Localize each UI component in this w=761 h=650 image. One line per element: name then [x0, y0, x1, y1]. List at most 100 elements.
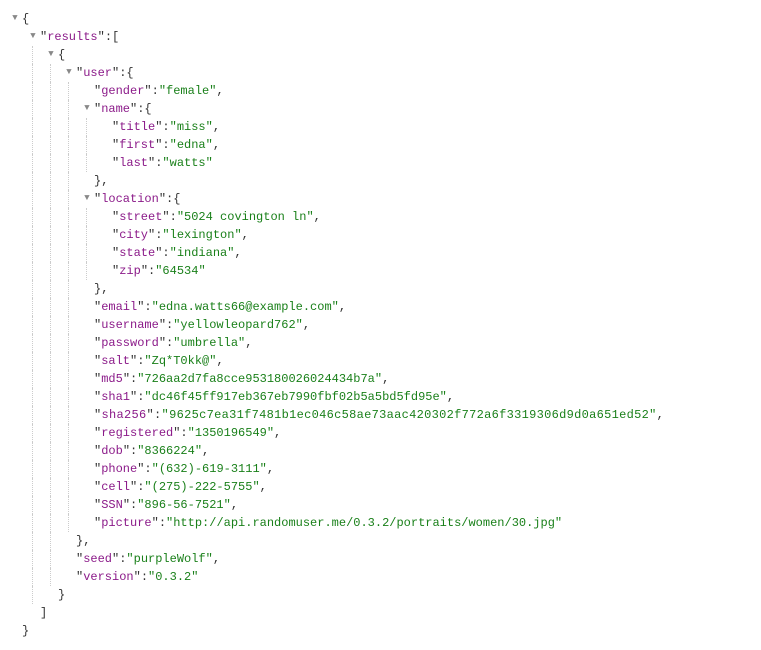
json-key: registered [101, 424, 173, 443]
json-key: salt [101, 352, 130, 371]
close-brace: }, [94, 172, 108, 191]
json-tree-viewer: ▼ { ▼ "results": [ ▼ { ▼ "user": { "gend… [10, 10, 751, 640]
close-brace: }, [94, 280, 108, 299]
json-key: md5 [101, 370, 123, 389]
tree-row: } [10, 586, 751, 604]
json-value: "1350196549" [188, 424, 274, 443]
collapse-toggle[interactable]: ▼ [10, 12, 20, 26]
tree-row: "email": "edna.watts66@example.com", [10, 298, 751, 316]
json-key-location: location [101, 190, 159, 209]
close-brace: }, [76, 532, 90, 551]
json-value: "dc46f45ff917eb367eb7990fbf02b5a5bd5fd95… [144, 388, 446, 407]
json-key: SSN [101, 496, 123, 515]
json-key: cell [101, 478, 130, 497]
tree-row: ] [10, 604, 751, 622]
open-brace: { [58, 46, 65, 65]
tree-row: "cell": "(275)-222-5755", [10, 478, 751, 496]
tree-row: "md5": "726aa2d7fa8cce953180026024434b7a… [10, 370, 751, 388]
collapse-toggle[interactable]: ▼ [28, 30, 38, 44]
open-brace: { [144, 100, 151, 119]
close-bracket: ] [40, 604, 47, 623]
json-key: dob [101, 442, 123, 461]
tree-row: "password": "umbrella", [10, 334, 751, 352]
close-brace: } [58, 586, 65, 605]
tree-row: "seed": "purpleWolf", [10, 550, 751, 568]
json-value: "9625c7ea31f7481b1ec046c58ae73aac420302f… [162, 406, 657, 425]
json-value: "Zq*T0kk@" [144, 352, 216, 371]
tree-row: "phone": "(632)-619-3111", [10, 460, 751, 478]
json-key: password [101, 334, 159, 353]
json-value: "yellowleopard762" [173, 316, 303, 335]
tree-row: "title": "miss", [10, 118, 751, 136]
json-key-results: results [47, 28, 97, 47]
json-value: "(632)-619-3111" [152, 460, 267, 479]
json-value: "edna.watts66@example.com" [152, 298, 339, 317]
tree-row: ▼ "user": { [10, 64, 751, 82]
open-brace: { [22, 10, 29, 29]
collapse-toggle[interactable]: ▼ [64, 66, 74, 80]
tree-row: } [10, 622, 751, 640]
json-key: street [119, 208, 162, 227]
open-bracket: [ [112, 28, 119, 47]
collapse-toggle[interactable]: ▼ [82, 192, 92, 206]
tree-row: "zip": "64534" [10, 262, 751, 280]
json-key: first [119, 136, 155, 155]
tree-row: "username": "yellowleopard762", [10, 316, 751, 334]
json-value: "(275)-222-5755" [144, 478, 259, 497]
tree-row: "last": "watts" [10, 154, 751, 172]
json-key: version [83, 568, 133, 587]
json-value: "lexington" [162, 226, 241, 245]
json-key-user: user [83, 64, 112, 83]
tree-row: "sha1": "dc46f45ff917eb367eb7990fbf02b5a… [10, 388, 751, 406]
collapse-toggle[interactable]: ▼ [46, 48, 56, 62]
tree-row: "registered": "1350196549", [10, 424, 751, 442]
json-key: gender [101, 82, 144, 101]
tree-row: "SSN": "896-56-7521", [10, 496, 751, 514]
open-brace: { [126, 64, 133, 83]
json-key: title [119, 118, 155, 137]
tree-row: "picture": "http://api.randomuser.me/0.3… [10, 514, 751, 532]
json-value: "watts" [162, 154, 212, 173]
json-value: "http://api.randomuser.me/0.3.2/portrait… [166, 514, 562, 533]
tree-row: "gender": "female", [10, 82, 751, 100]
tree-row: ▼ { [10, 46, 751, 64]
tree-row: ▼ "results": [ [10, 28, 751, 46]
json-key: username [101, 316, 159, 335]
tree-row: ▼ "location": { [10, 190, 751, 208]
json-value: "896-56-7521" [137, 496, 231, 515]
tree-row: "first": "edna", [10, 136, 751, 154]
json-value: "edna" [170, 136, 213, 155]
json-value: "miss" [170, 118, 213, 137]
json-value: "726aa2d7fa8cce953180026024434b7a" [137, 370, 382, 389]
tree-row: "salt": "Zq*T0kk@", [10, 352, 751, 370]
tree-row: }, [10, 172, 751, 190]
json-key: sha1 [101, 388, 130, 407]
collapse-toggle[interactable]: ▼ [82, 102, 92, 116]
json-key: state [119, 244, 155, 263]
tree-row: }, [10, 280, 751, 298]
close-brace: } [22, 622, 29, 641]
tree-row: "state": "indiana", [10, 244, 751, 262]
tree-row: ▼ { [10, 10, 751, 28]
tree-row: }, [10, 532, 751, 550]
tree-row: "sha256": "9625c7ea31f7481b1ec046c58ae73… [10, 406, 751, 424]
json-value: "umbrella" [173, 334, 245, 353]
json-key: sha256 [102, 406, 147, 425]
json-key-name: name [101, 100, 130, 119]
json-key: city [119, 226, 148, 245]
json-value: "5024 covington ln" [177, 208, 314, 227]
json-key: email [101, 298, 137, 317]
tree-row: ▼ "name": { [10, 100, 751, 118]
json-key: phone [101, 460, 137, 479]
json-key: last [119, 154, 148, 173]
json-value: "female" [159, 82, 217, 101]
tree-row: "city": "lexington", [10, 226, 751, 244]
json-value: "indiana" [170, 244, 235, 263]
json-key: zip [119, 262, 141, 281]
json-key: seed [83, 550, 112, 569]
json-value: "8366224" [137, 442, 202, 461]
tree-row: "dob": "8366224", [10, 442, 751, 460]
json-value: "0.3.2" [148, 568, 198, 587]
json-key: picture [101, 514, 151, 533]
tree-row: "street": "5024 covington ln", [10, 208, 751, 226]
